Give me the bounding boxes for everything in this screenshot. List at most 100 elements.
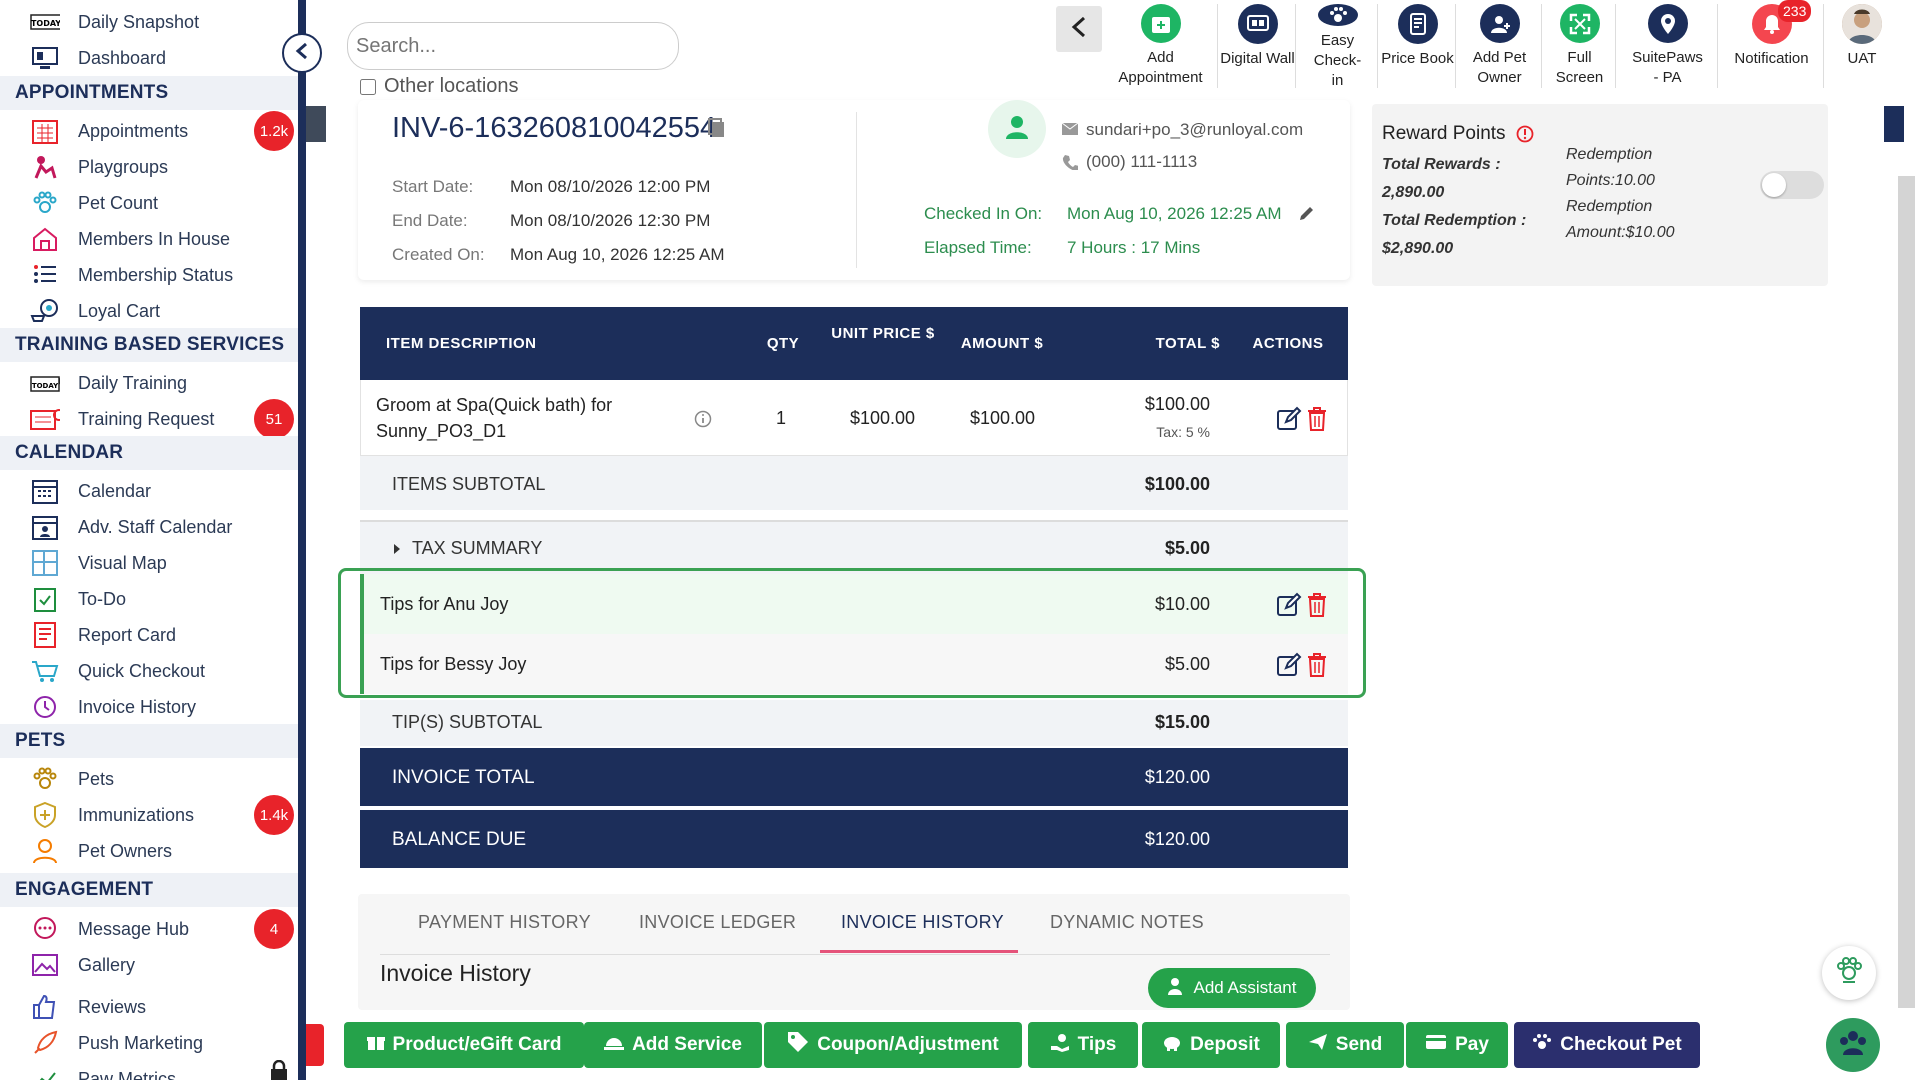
sidebar-item-calendar[interactable]: Calendar xyxy=(0,473,298,509)
easy-check-in-button[interactable]: Easy Check-in xyxy=(1298,4,1378,89)
digital-wall-button[interactable]: Digital Wall xyxy=(1220,4,1296,88)
sidebar-item-report-card[interactable]: Report Card xyxy=(0,617,298,653)
sidebar-item-loyal-cart[interactable]: Loyal Cart xyxy=(0,293,298,329)
list-status-icon xyxy=(30,262,60,288)
items-subtotal-value: $100.00 xyxy=(1144,474,1210,494)
dog-play-icon xyxy=(30,154,60,180)
tips-button[interactable]: Tips xyxy=(1028,1022,1138,1068)
training-request-icon xyxy=(30,406,60,432)
chevron-left-icon xyxy=(294,42,310,65)
lock-icon xyxy=(268,1059,290,1085)
total-redemption-label: Total Redemption : xyxy=(1382,212,1527,229)
pencil-icon[interactable] xyxy=(1298,206,1314,227)
product-egift-card-button[interactable]: Product/eGift Card xyxy=(344,1022,584,1068)
sidebar-item-daily-snapshot[interactable]: TODAY Daily Snapshot xyxy=(0,4,298,40)
item-total: $100.00 xyxy=(1144,394,1210,414)
other-locations-checkbox[interactable]: Other locations xyxy=(360,75,519,98)
user-profile-button[interactable]: UAT xyxy=(1826,4,1898,88)
sidebar-item-immunizations[interactable]: Immunizations 1.4k xyxy=(0,795,298,835)
items-subtotal-label: ITEMS SUBTOTAL xyxy=(392,474,546,494)
paw-group-icon xyxy=(1834,956,1864,991)
created-on-value: Mon Aug 10, 2026 12:25 AM xyxy=(510,245,725,264)
calendar-icon xyxy=(30,478,60,504)
owner-phone[interactable]: (000) 111-1113 xyxy=(1086,152,1197,172)
sidebar-item-appointments[interactable]: Appointments 1.2k xyxy=(0,111,298,151)
message-hub-badge: 4 xyxy=(254,909,294,949)
copy-icon[interactable] xyxy=(708,118,726,143)
checked-in-value: Mon Aug 10, 2026 12:25 AM xyxy=(1067,204,1282,223)
owner-email[interactable]: sundari+po_3@runloyal.com xyxy=(1086,120,1303,140)
envelope-icon xyxy=(1061,122,1079,140)
add-pet-owner-button[interactable]: Add Pet Owner xyxy=(1458,4,1542,88)
send-button[interactable]: Send xyxy=(1286,1022,1404,1068)
sidebar-item-to-do[interactable]: To-Do xyxy=(0,581,298,617)
end-date-label: End Date: xyxy=(392,211,468,230)
price-book-button[interactable]: Price Book xyxy=(1380,4,1456,88)
sidebar-item-push-marketing[interactable]: Push Marketing xyxy=(0,1025,298,1061)
team-chat-button[interactable] xyxy=(1826,1018,1880,1072)
sidebar-item-daily-training[interactable]: TODAY Daily Training xyxy=(0,365,298,401)
search-input[interactable] xyxy=(347,22,679,70)
tab-invoice-history[interactable]: INVOICE HISTORY xyxy=(841,912,1004,933)
sidebar-item-reviews[interactable]: Reviews xyxy=(0,989,298,1025)
house-icon xyxy=(30,226,60,252)
sidebar-item-gallery[interactable]: Gallery xyxy=(0,947,298,983)
hidden-button-edge[interactable] xyxy=(306,1024,324,1066)
notification-button[interactable]: 233 Notification xyxy=(1720,0,1824,88)
tab-invoice-ledger[interactable]: INVOICE LEDGER xyxy=(639,912,796,933)
sidebar-item-dashboard[interactable]: Dashboard xyxy=(0,40,298,76)
sidebar-item-membership-status[interactable]: Membership Status xyxy=(0,257,298,293)
svg-text:TODAY: TODAY xyxy=(31,19,60,28)
sidebar-collapse-button[interactable] xyxy=(282,33,322,73)
phone-icon xyxy=(1062,154,1080,175)
sidebar-item-members-in-house[interactable]: Members In House xyxy=(0,221,298,257)
info-icon[interactable] xyxy=(1516,125,1534,148)
total-redemption-value: $2,890.00 xyxy=(1382,240,1454,257)
sidebar-item-message-hub[interactable]: Message Hub 4 xyxy=(0,909,298,949)
add-service-button[interactable]: Add Service xyxy=(584,1022,762,1068)
other-locations-check[interactable] xyxy=(360,78,376,95)
sidebar-item-invoice-history[interactable]: Invoice History xyxy=(0,689,298,725)
trash-icon[interactable] xyxy=(1306,406,1328,437)
item-unit-price: $100.00 xyxy=(850,408,916,428)
sidebar-item-playgroups[interactable]: Playgroups xyxy=(0,149,298,185)
sidebar-item-quick-checkout[interactable]: Quick Checkout xyxy=(0,653,298,689)
tag-icon xyxy=(787,1031,809,1059)
sidebar-item-adv-staff-calendar[interactable]: Adv. Staff Calendar xyxy=(0,509,298,545)
sidebar-scrollbar[interactable] xyxy=(298,0,306,1080)
sidebar-item-visual-map[interactable]: Visual Map xyxy=(0,545,298,581)
sidebar-item-paw-metrics[interactable]: Paw Metrics xyxy=(0,1061,298,1080)
total-rewards-label: Total Rewards : xyxy=(1382,156,1501,173)
checkout-pet-button[interactable]: Checkout Pet xyxy=(1514,1022,1700,1068)
tax-summary-value: $5.00 xyxy=(1164,538,1210,558)
deposit-button[interactable]: Deposit xyxy=(1142,1022,1280,1068)
active-tab-indicator xyxy=(820,950,1018,953)
add-appointment-button[interactable]: Add Appointment xyxy=(1104,4,1218,88)
rocket-icon xyxy=(30,1030,60,1056)
location-selector-button[interactable]: SuitePaws - PA xyxy=(1618,4,1718,88)
col-amount: AMOUNT $ xyxy=(960,335,1044,352)
add-assistant-button[interactable]: Add Assistant xyxy=(1148,968,1316,1008)
tab-dynamic-notes[interactable]: DYNAMIC NOTES xyxy=(1050,912,1204,933)
tab-payment-history[interactable]: PAYMENT HISTORY xyxy=(418,912,591,933)
edit-icon[interactable] xyxy=(1276,406,1302,437)
pay-button[interactable]: Pay xyxy=(1406,1022,1508,1068)
full-screen-button[interactable]: Full Screen xyxy=(1544,4,1616,88)
sidebar-item-pet-count[interactable]: Pet Count xyxy=(0,185,298,221)
image-icon xyxy=(30,952,60,978)
today-calendar-icon: TODAY xyxy=(30,9,60,35)
content-right-scroll[interactable] xyxy=(1884,106,1904,142)
add-calendar-icon xyxy=(1140,4,1181,43)
coupon-adjustment-button[interactable]: Coupon/Adjustment xyxy=(764,1022,1022,1068)
sidebar-item-training-request[interactable]: Training Request 51 xyxy=(0,399,298,439)
pawprint-chat-button[interactable] xyxy=(1822,946,1876,1000)
section-engagement: ENGAGEMENT xyxy=(0,873,298,907)
info-circle-icon[interactable] xyxy=(694,410,712,433)
report-card-icon xyxy=(30,622,60,648)
sidebar-item-pets[interactable]: Pets xyxy=(0,761,298,797)
back-button[interactable] xyxy=(1056,6,1102,52)
redemption-toggle[interactable] xyxy=(1760,171,1824,199)
add-user-icon xyxy=(1479,4,1520,43)
sidebar-item-pet-owners[interactable]: Pet Owners xyxy=(0,833,298,869)
gift-icon xyxy=(366,1033,385,1057)
